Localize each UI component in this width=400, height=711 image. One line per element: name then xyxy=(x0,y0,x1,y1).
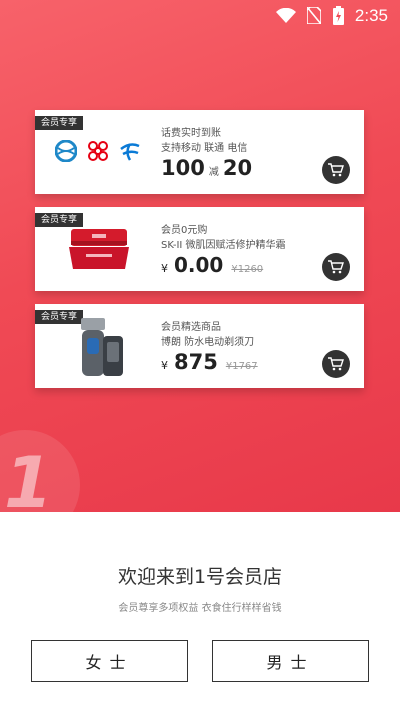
battery-charging-icon xyxy=(333,6,344,29)
currency-symbol: ¥ xyxy=(161,262,168,275)
cart-icon xyxy=(328,163,344,177)
card-title: 会员精选商品 xyxy=(161,322,221,333)
price-minus-label: 减 xyxy=(208,167,219,178)
carrier-logos xyxy=(55,140,141,162)
member-tag: 会员专享 xyxy=(35,213,84,227)
original-price: ¥1260 xyxy=(231,264,264,275)
cart-icon xyxy=(328,260,344,274)
member-tag: 会员专享 xyxy=(35,116,84,130)
card-skincare[interactable]: 会员专享 会员0元购 SK-II 微肌因赋活修护精华霜 ¥ 0.00 ¥1260 xyxy=(35,207,364,291)
card-price-row: ¥ 875 ¥1767 xyxy=(161,350,258,374)
card-shaver[interactable]: 会员专享 会员精选商品 博朗 防水电动剃须刀 ¥ 875 ¥1767 xyxy=(35,304,364,388)
add-to-cart-button[interactable] xyxy=(322,253,350,281)
status-time: 2:35 xyxy=(354,6,388,25)
card-phone-recharge[interactable]: 会员专享 话费实时到账 支持移动 联通 电信 100 减 20 xyxy=(35,110,364,194)
welcome-panel: 欢迎来到1号会员店 会员尊享多项权益 衣食住行样样省钱 女士 男士 xyxy=(0,512,400,711)
female-button[interactable]: 女士 xyxy=(31,640,188,682)
card-subtitle: 博朗 防水电动剃须刀 xyxy=(161,337,255,348)
card-subtitle: SK-II 微肌因赋活修护精华霜 xyxy=(161,240,286,251)
card-title: 话费实时到账 xyxy=(161,128,221,139)
card-title: 会员0元购 xyxy=(161,225,208,236)
card-price-row: ¥ 0.00 ¥1260 xyxy=(161,253,263,277)
china-mobile-logo-icon xyxy=(55,140,77,162)
decorative-logo-mark: 1 xyxy=(4,442,53,512)
shaver-image xyxy=(81,318,123,376)
currency-symbol: ¥ xyxy=(161,359,168,372)
no-sim-icon xyxy=(306,6,322,28)
add-to-cart-button[interactable] xyxy=(322,350,350,378)
price-value: 0.00 xyxy=(174,253,224,277)
china-unicom-logo-icon xyxy=(88,141,108,161)
wifi-icon xyxy=(276,7,296,27)
discount-value: 20 xyxy=(222,156,253,180)
card-price-row: 100 减 20 xyxy=(161,156,252,180)
member-tag: 会员专享 xyxy=(35,310,84,324)
card-subtitle: 支持移动 联通 电信 xyxy=(161,143,248,154)
welcome-title: 欢迎来到1号会员店 xyxy=(117,566,283,588)
china-telecom-logo-icon xyxy=(120,143,140,161)
original-price: ¥1767 xyxy=(225,361,258,372)
skincare-jar-image xyxy=(69,229,129,269)
price-value: 100 xyxy=(161,156,205,180)
welcome-tagline: 会员尊享多项权益 衣食住行样样省钱 xyxy=(118,603,282,614)
male-button[interactable]: 男士 xyxy=(212,640,369,682)
add-to-cart-button[interactable] xyxy=(322,156,350,184)
hero-banner: 1 2:35 会员专享 话费实时到账 支持移动 联通 电信 100 减 20 会… xyxy=(0,0,400,512)
price-value: 875 xyxy=(174,350,218,374)
status-bar: 2:35 xyxy=(0,0,400,32)
cart-icon xyxy=(328,357,344,371)
